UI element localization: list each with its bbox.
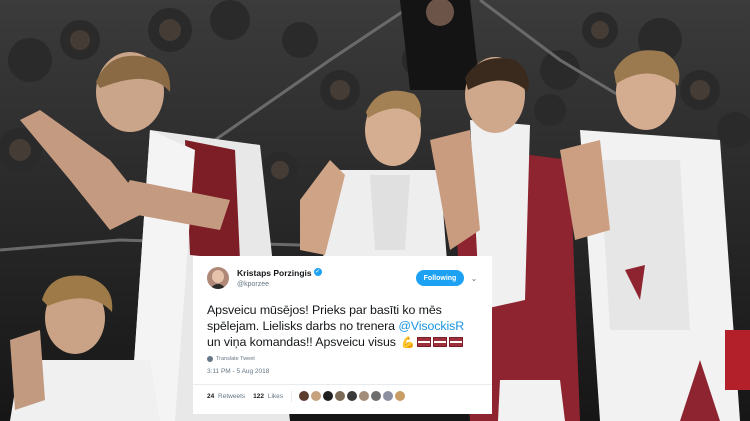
tweet-card: Kristaps Porzingis ✓ @kporzee Following ⌄…: [193, 256, 492, 414]
tweet-timestamp[interactable]: 3:11 PM - 5 Aug 2018: [207, 368, 480, 377]
likes-label: Likes: [267, 392, 284, 400]
latvia-flag-emoji: [432, 337, 447, 347]
liker-avatar[interactable]: [395, 391, 406, 401]
globe-icon: [207, 356, 213, 362]
liker-avatar[interactable]: [347, 391, 358, 401]
flexed-biceps-emoji: 💪: [401, 337, 415, 349]
spectator-red-shirt: [725, 330, 750, 390]
liker-avatar[interactable]: [323, 391, 334, 401]
author-block: Kristaps Porzingis ✓ @kporzee: [237, 266, 322, 290]
liker-avatars: [299, 391, 407, 401]
liker-avatar[interactable]: [359, 391, 370, 401]
verified-badge-icon: ✓: [313, 267, 322, 276]
author-name[interactable]: Kristaps Porzingis: [237, 268, 312, 278]
liker-avatar[interactable]: [311, 391, 322, 401]
tweet-text-part2: un viņa komandas!! Apsveicu visus: [207, 335, 400, 349]
liker-avatar[interactable]: [383, 391, 394, 401]
latvia-flag-emoji: [448, 337, 463, 347]
retweets-label: Retweets: [218, 392, 246, 400]
liker-avatar[interactable]: [299, 391, 310, 401]
profile-avatar[interactable]: [207, 267, 229, 289]
chevron-down-icon[interactable]: ⌄: [468, 274, 480, 283]
latvia-flag-emoji: [416, 337, 431, 347]
translate-tweet[interactable]: Translate Tweet: [207, 354, 480, 364]
tweet-header: Kristaps Porzingis ✓ @kporzee Following ⌄: [207, 266, 480, 290]
following-button[interactable]: Following: [416, 270, 464, 286]
tweet-text: Apsveicu mūsējos! Prieks par basīti ko m…: [207, 302, 480, 350]
likes-stat[interactable]: 122 Likes: [253, 393, 283, 400]
mention-link[interactable]: @VisockisR: [398, 319, 464, 333]
retweets-stat[interactable]: 24 Retweets: [207, 393, 245, 400]
liker-avatar[interactable]: [335, 391, 346, 401]
divider: [291, 390, 293, 402]
tweet-stats: 24 Retweets 122 Likes: [207, 385, 480, 407]
retweets-count: 24: [207, 392, 215, 400]
likes-count: 122: [253, 392, 265, 400]
liker-avatar[interactable]: [371, 391, 382, 401]
translate-label[interactable]: Translate Tweet: [216, 356, 255, 362]
author-handle[interactable]: @kporzee: [237, 279, 322, 290]
